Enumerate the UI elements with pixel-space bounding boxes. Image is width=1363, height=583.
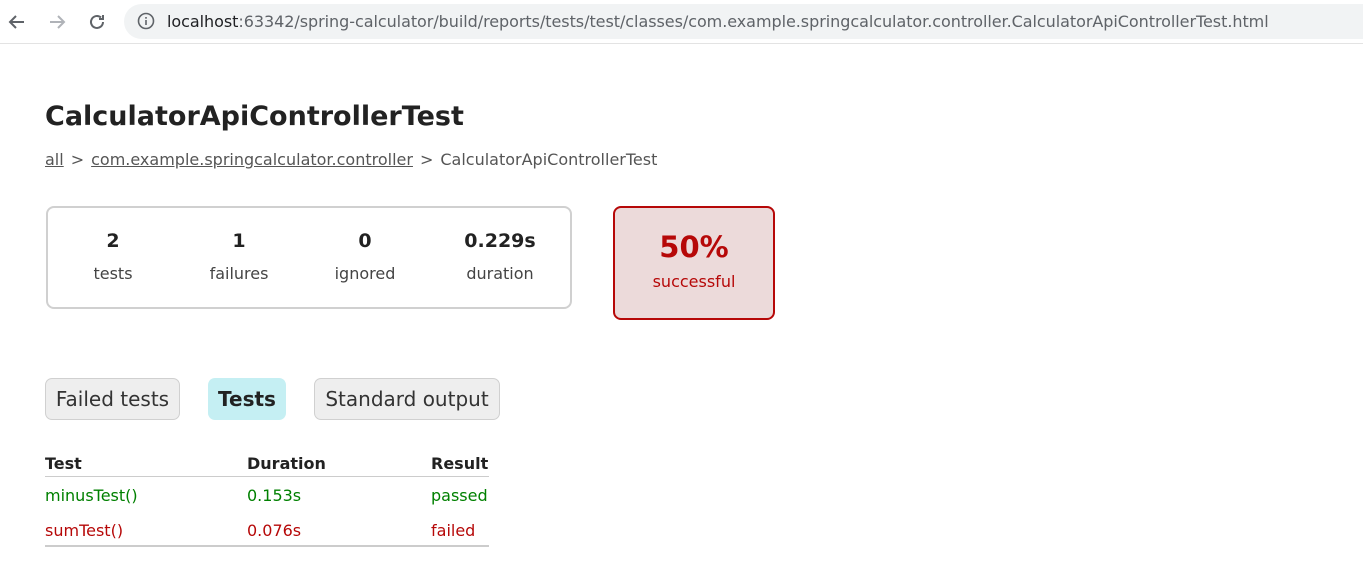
arrow-left-icon bbox=[8, 15, 24, 29]
browser-toolbar: localhost:63342/spring-calculator/build/… bbox=[0, 0, 1363, 44]
header-duration: Duration bbox=[247, 454, 326, 473]
url-host: localhost bbox=[167, 12, 239, 31]
test-duration: 0.076s bbox=[247, 521, 302, 540]
tab-failed-tests[interactable]: Failed tests bbox=[45, 378, 180, 420]
stat-failures-label: failures bbox=[209, 264, 269, 283]
test-result: passed bbox=[431, 486, 488, 505]
success-rate-box: 50% successful bbox=[613, 206, 775, 320]
arrow-right-icon bbox=[50, 15, 66, 29]
breadcrumb-current: CalculatorApiControllerTest bbox=[440, 150, 658, 169]
reload-button[interactable] bbox=[82, 7, 112, 37]
test-duration: 0.153s bbox=[247, 486, 302, 505]
page-title: CalculatorApiControllerTest bbox=[45, 101, 464, 132]
table-header: Test Duration Result bbox=[45, 454, 489, 477]
reload-icon bbox=[90, 14, 104, 29]
breadcrumb-all-link[interactable]: all bbox=[45, 150, 64, 169]
url-text[interactable]: localhost:63342/spring-calculator/build/… bbox=[167, 12, 1269, 31]
breadcrumb-separator: > bbox=[70, 150, 85, 169]
stat-tests-value: 2 bbox=[106, 230, 120, 252]
tab-tests[interactable]: Tests bbox=[208, 378, 286, 420]
stat-failures: 1 failures bbox=[184, 230, 294, 283]
back-button[interactable] bbox=[2, 7, 32, 37]
stat-duration-label: duration bbox=[466, 264, 534, 283]
tab-standard-output[interactable]: Standard output bbox=[314, 378, 500, 420]
stat-duration-value: 0.229s bbox=[464, 230, 536, 252]
breadcrumb: all > com.example.springcalculator.control… bbox=[45, 150, 657, 169]
stat-tests: 2 tests bbox=[58, 230, 168, 283]
stat-failures-value: 1 bbox=[232, 230, 246, 252]
stat-duration: 0.229s duration bbox=[445, 230, 555, 283]
breadcrumb-package-link[interactable]: com.example.springcalculator.controller bbox=[91, 150, 413, 169]
table-row: sumTest() 0.076s failed bbox=[45, 512, 489, 547]
test-result: failed bbox=[431, 521, 476, 540]
success-percent: 50% bbox=[659, 230, 729, 264]
forward-button[interactable] bbox=[42, 7, 72, 37]
tests-table: Test Duration Result minusTest() 0.153s … bbox=[45, 454, 489, 547]
info-icon[interactable] bbox=[137, 12, 155, 30]
table-row: minusTest() 0.153s passed bbox=[45, 477, 489, 512]
stat-tests-label: tests bbox=[93, 264, 133, 283]
test-name: minusTest() bbox=[45, 486, 138, 505]
test-name: sumTest() bbox=[45, 521, 124, 540]
breadcrumb-separator: > bbox=[419, 150, 434, 169]
stat-ignored-value: 0 bbox=[358, 230, 372, 252]
header-result: Result bbox=[431, 454, 489, 473]
url-path: :63342/spring-calculator/build/reports/t… bbox=[238, 12, 1269, 31]
stat-ignored: 0 ignored bbox=[310, 230, 420, 283]
success-label: successful bbox=[652, 272, 736, 291]
stat-ignored-label: ignored bbox=[334, 264, 396, 283]
summary-box: 2 tests 1 failures 0 ignored 0.229s dura… bbox=[46, 206, 572, 309]
header-test: Test bbox=[45, 454, 82, 473]
address-bar[interactable]: localhost:63342/spring-calculator/build/… bbox=[124, 4, 1363, 39]
